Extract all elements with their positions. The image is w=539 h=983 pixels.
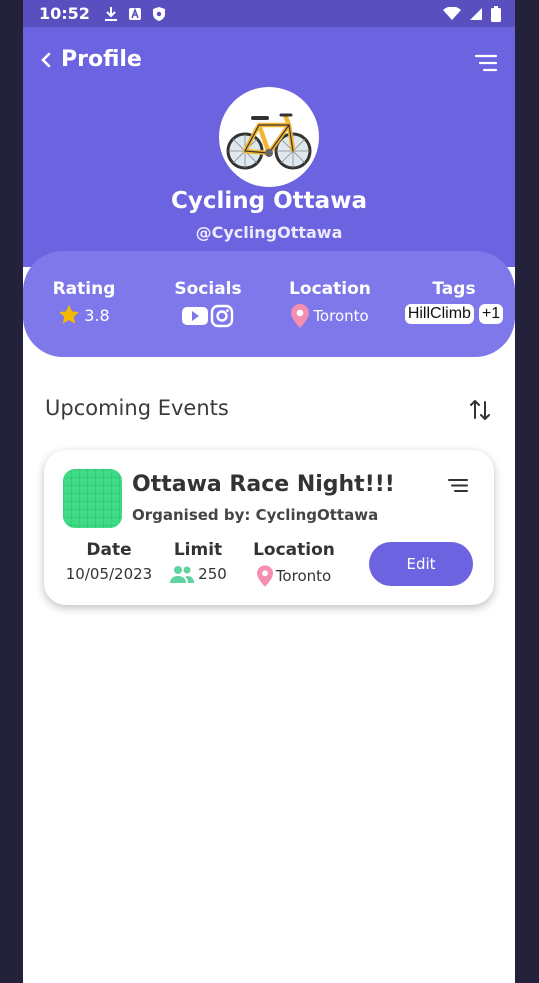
youtube-icon[interactable]	[182, 306, 208, 326]
section-title: Upcoming Events	[45, 396, 229, 420]
date-label: Date	[86, 540, 132, 560]
menu-icon[interactable]	[475, 54, 497, 72]
bicycle-icon	[226, 113, 312, 170]
status-bar: 10:52	[23, 0, 515, 27]
tags-label: Tags	[432, 279, 476, 299]
rating-value: 3.8	[84, 305, 110, 325]
instagram-icon[interactable]	[210, 304, 234, 328]
status-time: 10:52	[39, 4, 90, 23]
edit-button[interactable]: Edit	[369, 542, 473, 586]
event-title: Ottawa Race Night!!!	[132, 472, 395, 497]
socials-label: Socials	[174, 279, 242, 299]
location-value: Toronto	[313, 307, 369, 325]
socials-stat: Socials	[169, 279, 247, 328]
shield-icon	[152, 6, 165, 21]
date-value: 10/05/2023	[65, 565, 153, 583]
event-organiser: Organised by: CyclingOttawa	[132, 506, 379, 524]
event-location: Location Toronto	[250, 540, 338, 587]
tags-stat: Tags HillClimb +1	[395, 279, 513, 324]
menu-icon[interactable]	[448, 478, 468, 493]
profile-header: Profile Cycling Ottawa @CyclingOttawa	[23, 27, 515, 267]
event-card[interactable]: Ottawa Race Night!!! Organised by: Cycli…	[44, 450, 494, 605]
limit-label: Limit	[173, 540, 223, 560]
location-label: Location	[253, 540, 335, 560]
app-a-icon	[128, 7, 141, 20]
tag-chip[interactable]: HillClimb	[404, 304, 474, 324]
event-thumbnail	[63, 469, 122, 528]
location-value: Toronto	[275, 567, 332, 585]
page-title: Profile	[61, 47, 142, 72]
location-stat: Location Toronto	[283, 279, 377, 328]
event-limit: Limit 250	[167, 540, 229, 583]
star-icon	[59, 304, 80, 324]
profile-screen: Profile Cycling Ottawa @CyclingOttawa Ra…	[23, 27, 515, 983]
tags-more-chip[interactable]: +1	[478, 304, 504, 324]
rating-label: Rating	[52, 279, 116, 299]
download-icon	[104, 6, 117, 21]
location-pin-icon	[256, 565, 273, 587]
location-pin-icon	[291, 304, 310, 328]
location-label: Location	[289, 279, 371, 299]
back-button[interactable]: Profile	[41, 47, 142, 72]
avatar	[219, 87, 319, 187]
battery-icon	[491, 5, 501, 22]
wifi-icon	[443, 6, 461, 20]
limit-value: 250	[198, 565, 227, 583]
organisation-name: Cycling Ottawa	[171, 188, 367, 214]
signal-icon	[470, 7, 482, 20]
profile-stats: Rating 3.8 Socials Location Toronto Tags…	[23, 251, 515, 357]
sort-icon[interactable]	[469, 398, 491, 422]
chevron-left-icon	[41, 52, 51, 67]
rating-stat: Rating 3.8	[47, 279, 121, 326]
event-date: Date 10/05/2023	[62, 540, 156, 583]
people-icon	[170, 566, 195, 583]
organisation-handle: @CyclingOttawa	[195, 223, 343, 242]
